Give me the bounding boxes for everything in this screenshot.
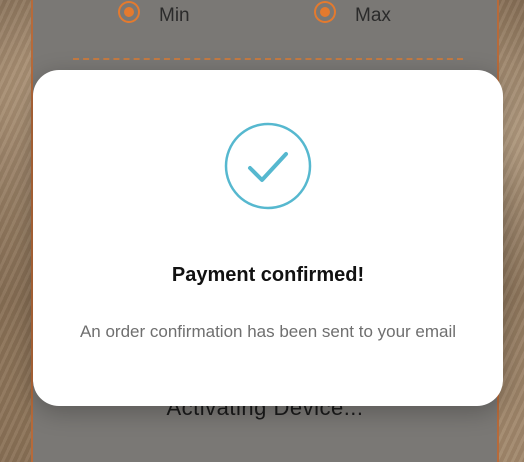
dialog-title: Payment confirmed! [171,264,365,286]
radio-min[interactable] [120,3,138,21]
range-radio-row: Min Max [33,0,497,30]
radio-min-label: Min [159,5,190,26]
checkmark-circle-icon [223,121,313,211]
dialog-message: An order confirmation has been sent to y… [79,322,457,341]
radio-max[interactable] [316,3,334,21]
radio-max-label: Max [355,5,391,26]
payment-confirmed-dialog: Payment confirmed! An order confirmation… [33,70,503,406]
